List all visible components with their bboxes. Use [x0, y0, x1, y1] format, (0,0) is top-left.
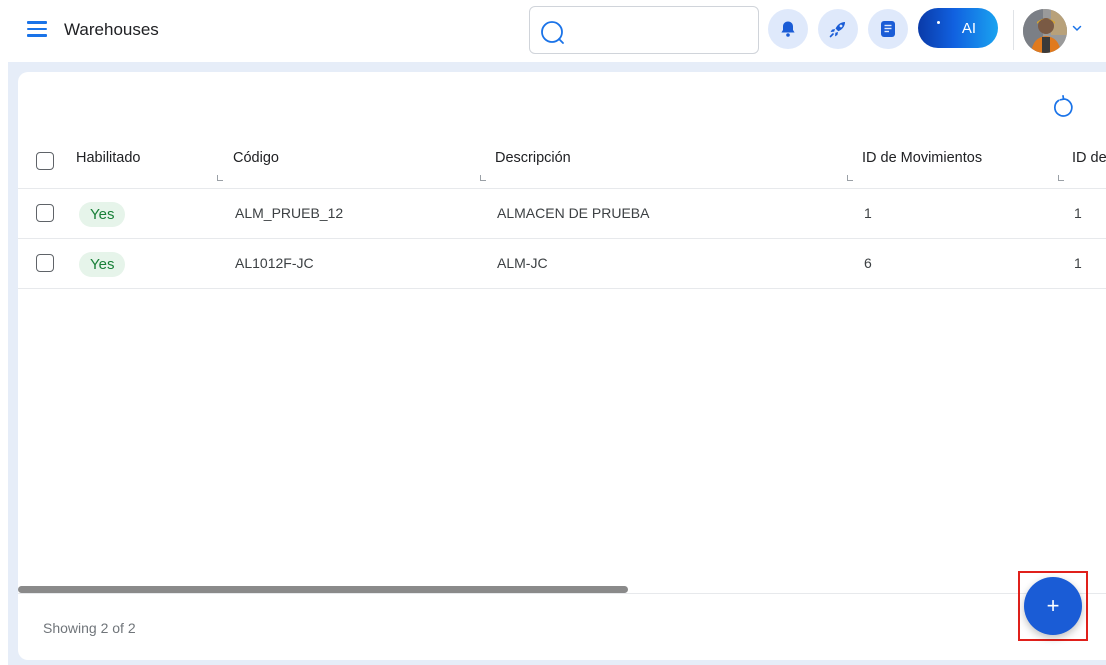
column-resize-handle[interactable]	[847, 175, 853, 181]
notifications-button[interactable]	[768, 9, 808, 49]
column-header-id-de[interactable]: ID de	[1072, 150, 1106, 166]
row-checkbox[interactable]	[36, 254, 54, 272]
cell-id-movimientos: 1	[864, 205, 872, 221]
column-header-id-movimientos[interactable]: ID de Movimientos	[862, 150, 982, 166]
column-resize-handle[interactable]	[217, 175, 223, 181]
refresh-icon[interactable]	[1050, 94, 1076, 120]
select-all-checkbox[interactable]	[36, 152, 54, 170]
avatar[interactable]	[1023, 9, 1067, 53]
add-warehouse-button[interactable]: +	[1024, 577, 1082, 635]
page-title: Warehouses	[64, 20, 159, 39]
status-badge: Yes	[79, 252, 126, 277]
header-divider	[1013, 10, 1014, 50]
footer-divider	[18, 593, 1106, 594]
notes-icon	[881, 21, 895, 37]
row-checkbox[interactable]	[36, 204, 54, 222]
ai-label: AI	[961, 19, 977, 37]
cell-id-de: 1	[1074, 205, 1082, 221]
notes-button[interactable]	[868, 9, 908, 49]
table-row[interactable]: Yes AL1012F-JC ALM-JC 6 1	[18, 239, 1106, 289]
column-resize-handle[interactable]	[480, 175, 486, 181]
search-input[interactable]	[529, 6, 759, 54]
cell-id-movimientos: 6	[864, 255, 872, 271]
column-header-codigo[interactable]: Código	[233, 150, 279, 166]
warehouses-table: Habilitado Código Descripción ID de Movi…	[18, 137, 1106, 289]
avatar-image	[1023, 9, 1067, 53]
status-badge: Yes	[79, 202, 126, 227]
sparkle-icon	[937, 21, 940, 24]
cell-codigo: ALM_PRUEB_12	[235, 205, 344, 221]
plus-icon: +	[1046, 593, 1060, 618]
table-row[interactable]: Yes ALM_PRUEB_12 ALMACEN DE PRUEBA 1 1	[18, 189, 1106, 239]
horizontal-scrollbar[interactable]	[18, 586, 628, 593]
search-icon	[541, 21, 564, 44]
column-header-habilitado[interactable]: Habilitado	[76, 150, 141, 166]
table-header: Habilitado Código Descripción ID de Movi…	[18, 137, 1106, 189]
column-resize-handle[interactable]	[1058, 175, 1064, 181]
cell-descripcion: ALM-JC	[497, 255, 548, 271]
column-header-descripcion[interactable]: Descripción	[495, 150, 571, 166]
ai-button[interactable]: AI	[918, 8, 998, 48]
cell-codigo: AL1012F-JC	[235, 255, 314, 271]
menu-icon[interactable]	[27, 21, 47, 39]
cell-descripcion: ALMACEN DE PRUEBA	[497, 205, 650, 221]
rocket-icon	[829, 22, 845, 38]
top-bar: Warehouses AI	[0, 0, 1106, 62]
bell-icon	[781, 21, 795, 37]
warehouses-panel: Habilitado Código Descripción ID de Movi…	[18, 72, 1106, 660]
chevron-down-icon[interactable]	[1070, 21, 1084, 35]
pagination-status: Showing 2 of 2	[43, 620, 136, 636]
launch-button[interactable]	[818, 9, 858, 49]
cell-id-de: 1	[1074, 255, 1082, 271]
